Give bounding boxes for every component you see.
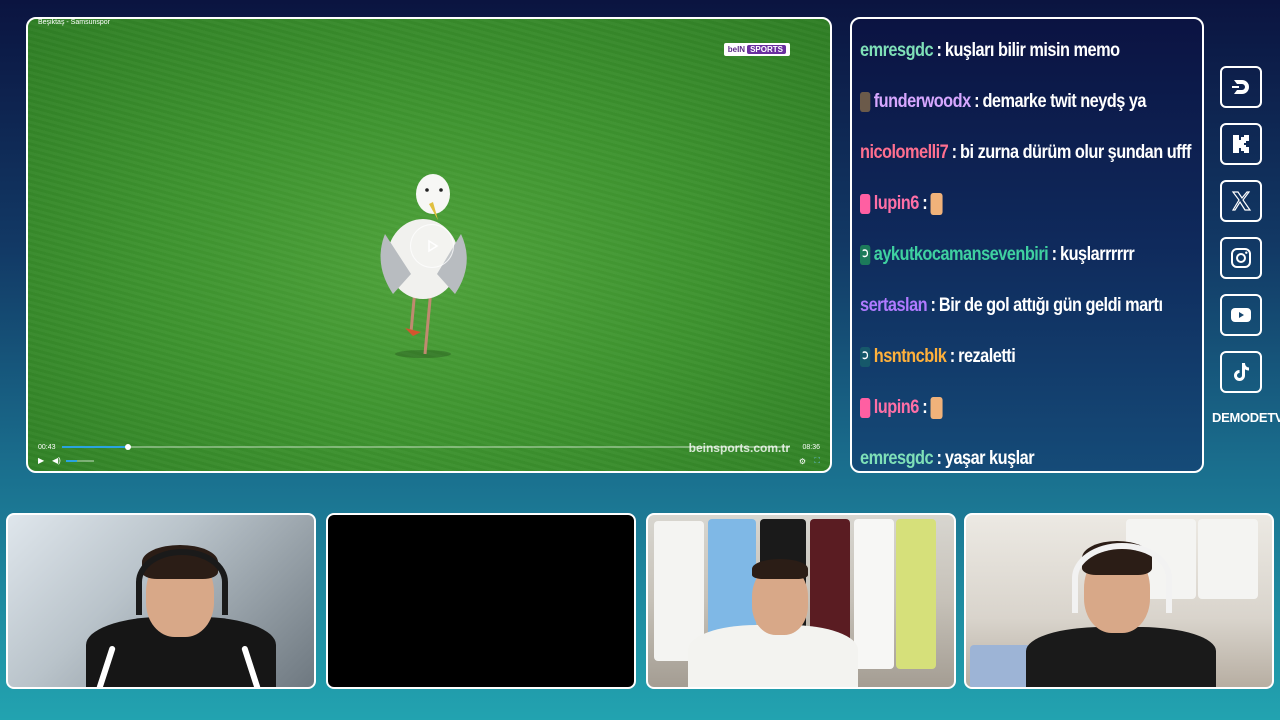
video-title: Beşiktaş - Samsunspor: [38, 19, 110, 26]
chat-username[interactable]: sertaslan: [860, 295, 928, 317]
chat-username[interactable]: lupin6: [874, 193, 920, 215]
seek-progress: [62, 446, 128, 448]
kick-icon: [1233, 135, 1249, 153]
chat-separator: :: [930, 294, 936, 316]
tiktok-icon: [1234, 363, 1249, 381]
instagram-button[interactable]: [1220, 237, 1262, 279]
chat-message: lupin6:: [860, 178, 1147, 229]
tiktok-button[interactable]: [1220, 351, 1262, 393]
video-player[interactable]: Beşiktaş - Samsunspor beIN SPORTS beinsp…: [26, 17, 832, 473]
seek-bar[interactable]: [62, 444, 790, 450]
logo-text-a: beIN: [727, 45, 746, 54]
settings-icon[interactable]: ⚙: [799, 457, 806, 466]
chat-text: bi zurna dürüm olur şundan ufff: [960, 141, 1191, 163]
user-badge-icon: [860, 91, 871, 112]
play-pause-icon[interactable]: ▶: [38, 456, 44, 465]
chat-separator: :: [949, 345, 955, 367]
webcam-4: [964, 513, 1274, 689]
chat-text: kuşlarrrrrr: [1060, 243, 1135, 265]
chat-message: funderwoodx: demarke twit neydş ya: [860, 76, 1147, 127]
webcam-3: [646, 513, 956, 689]
webcam-2: [326, 513, 636, 689]
chat-text: rezaletti: [958, 345, 1016, 367]
watermark: beinsports.com.tr: [688, 441, 790, 455]
social-sidebar: [1220, 66, 1266, 408]
brand-label: DEMODETV: [1212, 410, 1280, 425]
logo-text-b: SPORTS: [747, 45, 786, 54]
volume-icon[interactable]: ◀): [52, 456, 61, 465]
dlive-icon: [1232, 80, 1249, 94]
x-button[interactable]: [1220, 180, 1262, 222]
user-badge-icon: Ↄ: [860, 244, 871, 265]
play-icon: [428, 239, 439, 253]
chat-panel: emresgdc: kuşları bilir misin memo funderw…: [850, 17, 1204, 473]
youtube-icon: [1231, 308, 1251, 322]
chat-message: lupin6:: [860, 382, 1147, 433]
chat-username[interactable]: hsntncblk: [874, 346, 947, 368]
emote-icon: [930, 192, 943, 215]
chat-message: Ↄhsntncblk: rezaletti: [860, 331, 1147, 382]
chat-username[interactable]: aykutkocamansevenbiri: [874, 244, 1049, 266]
chat-username[interactable]: lupin6: [874, 397, 920, 419]
total-time: 08:36: [802, 444, 820, 451]
chat-message: emresgdc: yaşar kuşlar: [860, 433, 1147, 484]
current-time: 00:43: [38, 444, 56, 451]
chat-separator: :: [951, 141, 957, 163]
chat-message: Ↄaykutkocamansevenbiri: kuşlarrrrrr: [860, 229, 1147, 280]
chat-separator: :: [1051, 243, 1057, 265]
broadcaster-logo: beIN SPORTS: [723, 43, 790, 56]
user-badge-icon: [860, 397, 871, 418]
seek-handle[interactable]: [124, 444, 131, 450]
chat-text: demarke twit neydş ya: [982, 90, 1147, 112]
chat-username[interactable]: emresgdc: [860, 40, 934, 62]
chat-message: sertaslan: Bir de gol attığı gün geldi ma…: [860, 280, 1163, 331]
user-badge-icon: Ↄ: [860, 346, 871, 367]
chat-text: Bir de gol attığı gün geldi martı: [938, 294, 1163, 316]
chat-message: emresgdc: kuşları bilir misin memo: [860, 25, 1147, 76]
chat-separator: :: [936, 39, 942, 61]
x-icon: [1231, 191, 1252, 211]
volume-slider[interactable]: [66, 460, 94, 462]
chat-username[interactable]: nicolomelli7: [860, 142, 949, 164]
user-badge-icon: [860, 193, 871, 214]
chat-text: yaşar kuşlar: [944, 447, 1035, 469]
emote-icon: [930, 396, 943, 419]
dlive-button[interactable]: [1220, 66, 1262, 108]
chat-username[interactable]: emresgdc: [860, 448, 934, 470]
youtube-button[interactable]: [1220, 294, 1262, 336]
fullscreen-icon[interactable]: ⛶: [814, 456, 820, 466]
play-button[interactable]: [410, 224, 454, 268]
instagram-icon: [1231, 248, 1251, 268]
chat-username[interactable]: funderwoodx: [874, 91, 971, 113]
chat-separator: :: [922, 192, 928, 214]
chat-separator: :: [936, 447, 942, 469]
kick-button[interactable]: [1220, 123, 1262, 165]
webcam-1: [6, 513, 316, 689]
chat-message: nicolomelli7: bi zurna dürüm olur şundan …: [860, 127, 1191, 178]
chat-separator: :: [974, 90, 980, 112]
chat-text: kuşları bilir misin memo: [944, 39, 1120, 61]
volume-level: [66, 460, 78, 462]
chat-separator: :: [922, 396, 928, 418]
